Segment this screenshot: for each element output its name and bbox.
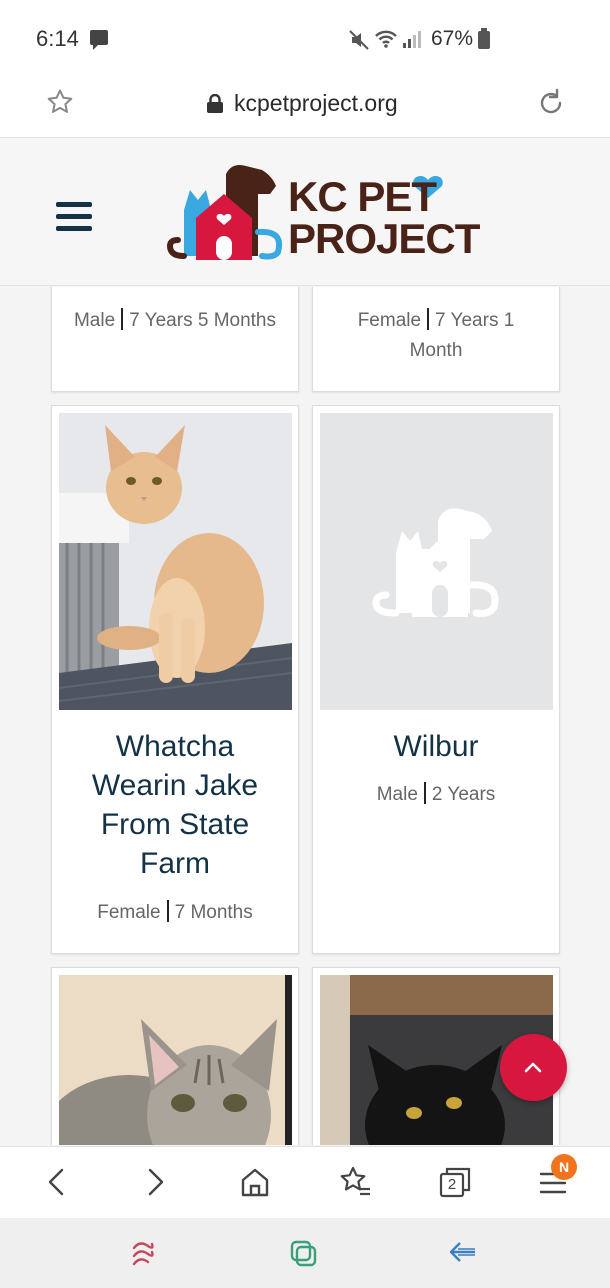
pet-age: 7 Months: [174, 902, 253, 923]
pet-age: 7 Years 1: [435, 310, 515, 331]
pet-photo[interactable]: [59, 413, 292, 710]
pet-age-cont: Month: [409, 340, 463, 361]
logo-line1: KC PET: [288, 173, 437, 220]
placeholder-logo-icon: [320, 413, 553, 710]
pet-sex: Female: [357, 310, 422, 331]
pet-sex: Male: [73, 310, 116, 331]
browser-toolbar: 2: [0, 1146, 610, 1218]
pet-sex: Male: [376, 784, 418, 805]
wifi-icon: [375, 30, 397, 48]
signal-icon: [403, 31, 421, 48]
orange-cat-photo: [59, 413, 292, 710]
pet-card[interactable]: Wilbur Male 2 Years: [312, 405, 560, 954]
notification-badge: N: [551, 1154, 577, 1180]
meta-separator: [427, 308, 430, 330]
forward-icon[interactable]: [138, 1165, 172, 1199]
logo-line2: PROJECT: [288, 215, 480, 262]
meta-separator: [121, 308, 124, 330]
pet-name[interactable]: Wilbur: [313, 727, 559, 766]
recent-apps-gesture-icon[interactable]: [130, 1238, 158, 1266]
scroll-to-top-button[interactable]: [500, 1034, 567, 1101]
reload-icon[interactable]: [536, 88, 566, 118]
battery-icon: [478, 28, 490, 49]
star-icon[interactable]: [46, 88, 74, 116]
lock-icon: [207, 93, 223, 113]
pet-photo-placeholder[interactable]: [320, 413, 553, 710]
hamburger-menu-icon[interactable]: [56, 202, 92, 232]
pet-card[interactable]: [51, 967, 299, 1145]
pet-name[interactable]: Whatcha Wearin Jake From State Farm: [52, 727, 298, 883]
tab-count: 2: [447, 1176, 457, 1193]
chevron-up-icon: [524, 1062, 542, 1073]
tabby-cat-photo: [59, 975, 292, 1145]
pet-meta: Male 2 Years: [313, 780, 559, 810]
status-time: 6:14: [36, 26, 79, 51]
pet-meta: Male 7 Years 5 Months: [52, 306, 298, 336]
pet-grid: Male 7 Years 5 Months Female 7 Years 1 Mon…: [0, 287, 610, 1145]
message-icon: [90, 30, 108, 50]
mute-icon: [349, 30, 369, 50]
pet-meta: Female 7 Years 1 Month: [313, 306, 559, 366]
tabs-button[interactable]: 2: [438, 1165, 472, 1199]
address-bar: kcpetproject.org: [0, 76, 610, 138]
pet-meta: Female 7 Months: [52, 898, 298, 928]
system-nav-bar: [0, 1218, 610, 1288]
logo-wordmark: KC PET PROJECT: [288, 173, 480, 262]
pet-card[interactable]: Male 7 Years 5 Months: [51, 287, 299, 392]
pet-sex: Female: [97, 902, 161, 923]
home-icon[interactable]: [238, 1165, 272, 1199]
battery-percent: 67%: [431, 27, 474, 50]
bookmarks-icon[interactable]: [338, 1165, 372, 1199]
pet-card[interactable]: Female 7 Years 1 Month: [312, 287, 560, 392]
pet-card[interactable]: Whatcha Wearin Jake From State Farm Fema…: [51, 405, 299, 954]
pet-age: 2 Years: [431, 784, 496, 805]
status-bar: 6:14 67%: [0, 0, 610, 76]
back-arrow-icon[interactable]: [448, 1240, 478, 1264]
pet-age: 7 Years 5 Months: [129, 310, 276, 331]
meta-separator: [166, 900, 169, 922]
url-display[interactable]: kcpetproject.org: [206, 90, 398, 117]
home-square-icon[interactable]: [289, 1239, 317, 1267]
pet-photo[interactable]: [59, 975, 292, 1145]
back-icon[interactable]: [40, 1165, 74, 1199]
site-header: KC PET PROJECT: [0, 138, 610, 286]
meta-separator: [423, 782, 426, 804]
url-text: kcpetproject.org: [234, 90, 398, 116]
